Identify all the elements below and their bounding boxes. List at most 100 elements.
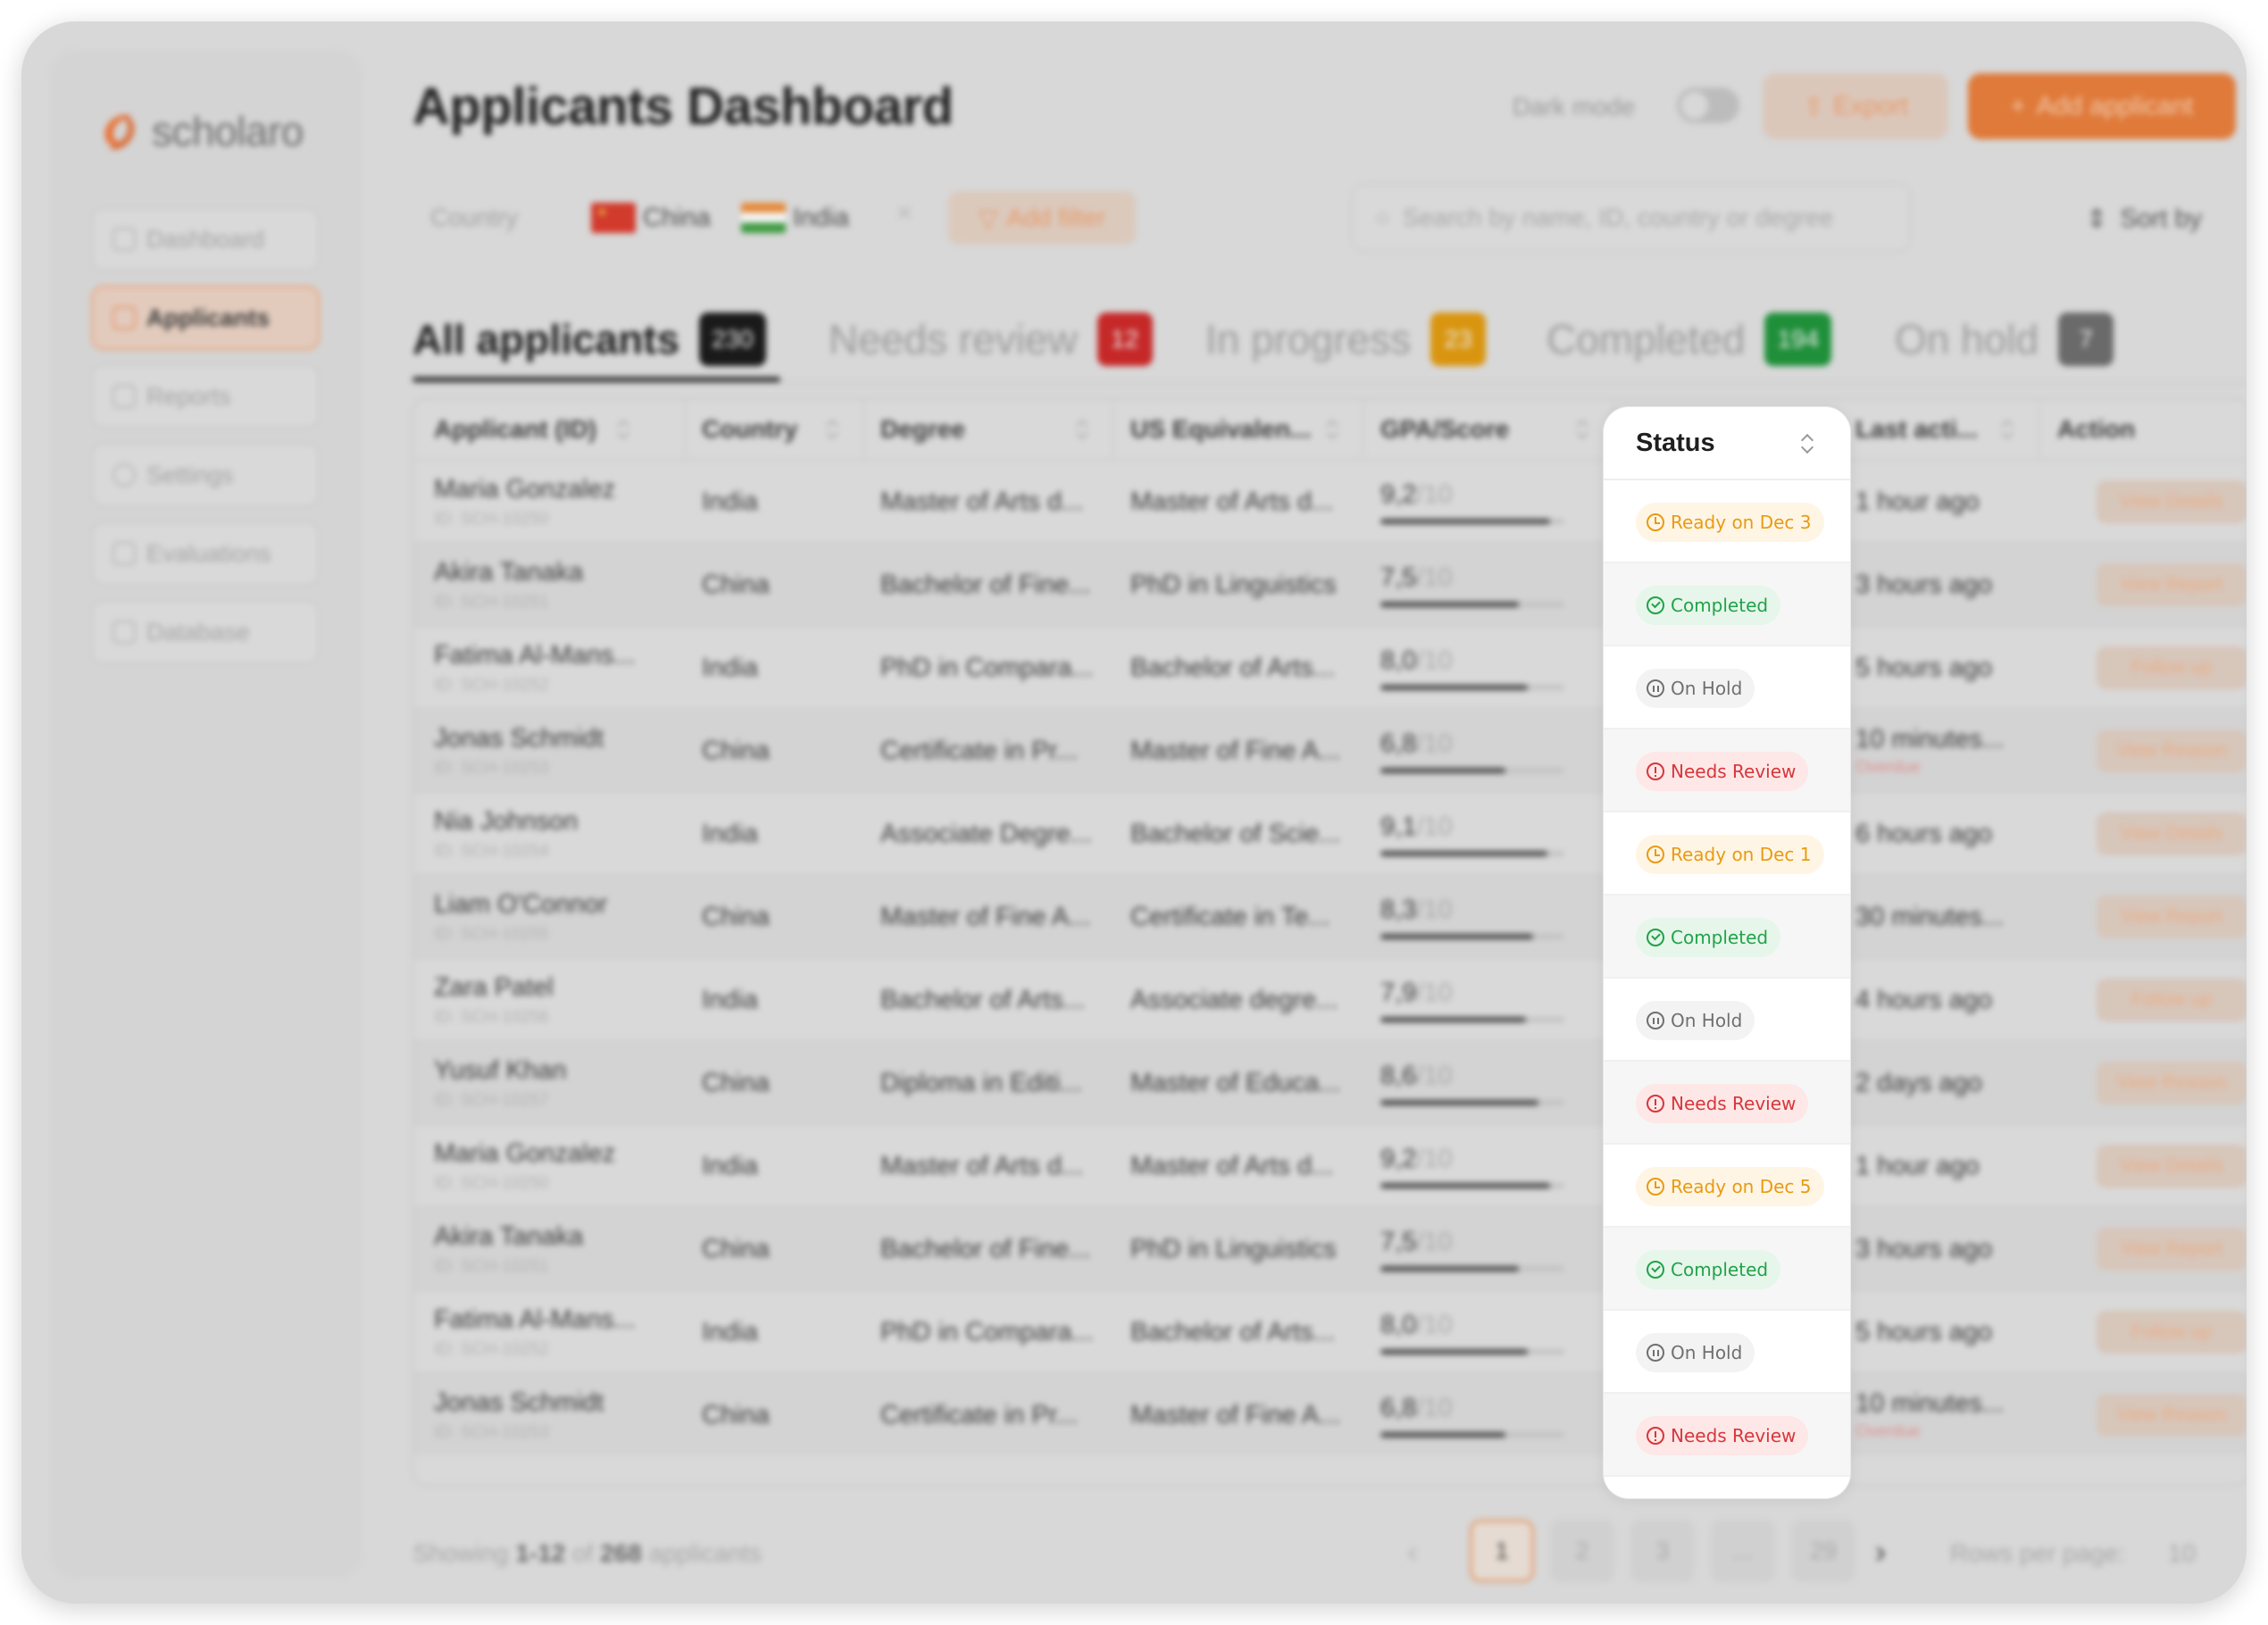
- table-row[interactable]: Yusuf Khan ID: SCH-10257 China Diploma in E…: [414, 1040, 2247, 1123]
- table-row[interactable]: Liam O'Connor ID: SCH-10255 China Master of…: [414, 874, 2247, 957]
- status-text: Needs Review: [1671, 1425, 1797, 1446]
- tab-on-hold[interactable]: On hold 7: [1895, 312, 2114, 366]
- applicant-name[interactable]: Akira Tanaka: [434, 1222, 583, 1252]
- status-badge[interactable]: Needs Review: [1636, 752, 1809, 791]
- status-badge[interactable]: Completed: [1636, 1250, 1781, 1289]
- applicant-name[interactable]: Akira Tanaka: [434, 558, 583, 588]
- table-row[interactable]: Akira Tanaka ID: SCH-10251 China Bachelor o…: [414, 542, 2247, 625]
- column-header-gpa[interactable]: GPA/Score: [1380, 400, 1509, 459]
- table-row[interactable]: Zara Patel ID: SCH-10256 India Bachelor of …: [414, 957, 2247, 1040]
- applicant-name[interactable]: Jonas Schmidt: [434, 1388, 604, 1418]
- sidebar-item-dashboard[interactable]: Dashboard: [91, 207, 320, 271]
- status-badge[interactable]: Completed: [1636, 918, 1781, 957]
- table-row[interactable]: Nia Johnson ID: SCH-10254 India Associate D…: [414, 791, 2247, 874]
- column-header-country[interactable]: Country: [702, 400, 797, 459]
- brand-logo[interactable]: scholaro: [96, 107, 304, 155]
- table-row[interactable]: Akira Tanaka ID: SCH-10251 China Bachelor o…: [414, 1206, 2247, 1289]
- sort-icon[interactable]: [827, 419, 839, 440]
- row-action-button[interactable]: View Report: [2097, 896, 2247, 938]
- status-badge[interactable]: Needs Review: [1636, 1416, 1809, 1455]
- table-row[interactable]: Fatima Al-Mans... ID: SCH-10252 India PhD i…: [414, 1289, 2247, 1372]
- sidebar-item-database[interactable]: Database: [91, 600, 320, 664]
- table-row[interactable]: Jonas Schmidt ID: SCH-10253 China Certifica…: [414, 708, 2247, 791]
- row-action-button[interactable]: View Details: [2097, 1145, 2247, 1188]
- prev-page-button[interactable]: ‹: [1407, 1533, 1418, 1571]
- applicant-name[interactable]: Maria Gonzalez: [434, 1139, 615, 1169]
- applicant-name[interactable]: Zara Patel: [434, 973, 554, 1003]
- sort-icon[interactable]: [2002, 419, 2014, 440]
- status-column-header[interactable]: Status: [1604, 407, 1850, 480]
- sort-icon[interactable]: [1577, 419, 1589, 440]
- filter-chip-china[interactable]: China: [591, 198, 711, 238]
- status-badge[interactable]: Ready on Dec 1: [1636, 835, 1824, 874]
- tab-in-progress[interactable]: In progress 23: [1205, 312, 1487, 366]
- degree-cell: PhD in Compara...: [880, 1318, 1094, 1346]
- add-applicant-button[interactable]: + Add applicant: [1968, 73, 2236, 139]
- status-badge[interactable]: On Hold: [1636, 1001, 1755, 1040]
- row-action-button[interactable]: View Report: [2097, 1228, 2247, 1271]
- table-row[interactable]: Maria Gonzalez ID: SCH-10250 India Master o…: [414, 1123, 2247, 1206]
- tab-completed[interactable]: Completed 194: [1547, 312, 1832, 366]
- status-row: Needs Review: [1604, 1394, 1850, 1477]
- sort-icon[interactable]: [1077, 419, 1089, 440]
- add-filter-label: Add filter: [1006, 204, 1106, 231]
- gpa-progress-bar: [1380, 685, 1564, 690]
- dark-mode-toggle[interactable]: [1677, 88, 1739, 123]
- sidebar-item-reports[interactable]: Reports: [91, 364, 320, 429]
- column-header-us-equivalent[interactable]: US Equivalen...: [1130, 400, 1311, 459]
- status-badge[interactable]: Needs Review: [1636, 1084, 1809, 1123]
- row-action-button[interactable]: View Reason: [2097, 1394, 2247, 1437]
- column-header-degree[interactable]: Degree: [880, 400, 965, 459]
- applicant-name[interactable]: Jonas Schmidt: [434, 724, 604, 754]
- row-action-button[interactable]: Follow up: [2097, 979, 2247, 1021]
- applicant-name[interactable]: Maria Gonzalez: [434, 475, 615, 504]
- pagination-summary: Showing 1-12 of 268 applicants: [413, 1539, 762, 1568]
- status-badge[interactable]: Ready on Dec 3: [1636, 503, 1824, 542]
- add-filter-button[interactable]: ▽ Add filter: [948, 191, 1136, 245]
- tab-needs-review[interactable]: Needs review 12: [829, 312, 1153, 366]
- clear-filter-button[interactable]: ×: [896, 198, 913, 229]
- status-text: Completed: [1671, 927, 1769, 948]
- row-action-button[interactable]: View Reason: [2097, 1062, 2247, 1104]
- applicant-name[interactable]: Fatima Al-Mans...: [434, 1305, 636, 1335]
- applicant-name[interactable]: Yusuf Khan: [434, 1056, 566, 1086]
- status-badge[interactable]: On Hold: [1636, 1333, 1755, 1372]
- sort-icon[interactable]: [1327, 419, 1339, 440]
- sidebar-item-settings[interactable]: Settings: [91, 443, 320, 507]
- status-text: On Hold: [1671, 678, 1743, 699]
- plus-icon: +: [2010, 91, 2026, 121]
- row-action-button[interactable]: View Report: [2097, 563, 2247, 606]
- export-button[interactable]: ⇪ Export: [1763, 73, 1948, 139]
- rows-per-page-select[interactable]: 10: [2168, 1539, 2196, 1568]
- column-header-applicant[interactable]: Applicant (ID): [434, 400, 596, 459]
- sort-by-button[interactable]: ⇕ Sort by: [2086, 204, 2202, 235]
- page-button-2[interactable]: 2: [1550, 1520, 1614, 1582]
- applicant-name[interactable]: Fatima Al-Mans...: [434, 641, 636, 671]
- sort-icon[interactable]: [618, 419, 630, 440]
- next-page-button[interactable]: ›: [1875, 1533, 1886, 1571]
- page-button-1[interactable]: 1: [1470, 1520, 1534, 1582]
- row-action-button[interactable]: Follow up: [2097, 646, 2247, 689]
- status-badge[interactable]: On Hold: [1636, 669, 1755, 708]
- row-action-button[interactable]: View Details: [2097, 812, 2247, 855]
- sort-icon[interactable]: [1802, 433, 1814, 454]
- applicant-name[interactable]: Nia Johnson: [434, 807, 578, 837]
- sidebar-item-evaluations[interactable]: Evaluations: [91, 521, 320, 586]
- search-input[interactable]: ○ Search by name, ID, country or degree: [1352, 184, 1911, 252]
- table-row[interactable]: Jonas Schmidt ID: SCH-10253 China Certifica…: [414, 1372, 2247, 1455]
- row-action-button[interactable]: Follow up: [2097, 1311, 2247, 1354]
- row-action-button[interactable]: View Details: [2097, 480, 2247, 523]
- status-badge[interactable]: Completed: [1636, 586, 1781, 625]
- tab-all-applicants[interactable]: All applicants 230: [413, 312, 766, 366]
- applicant-name[interactable]: Liam O'Connor: [434, 890, 607, 920]
- column-header-last-activity[interactable]: Last acti...: [1855, 400, 1978, 459]
- action-cell: View Details: [2045, 1125, 2247, 1208]
- sidebar-item-applicants[interactable]: Applicants: [91, 286, 320, 350]
- status-badge[interactable]: Ready on Dec 5: [1636, 1167, 1824, 1206]
- page-button-29[interactable]: 29: [1791, 1520, 1855, 1582]
- table-row[interactable]: Fatima Al-Mans... ID: SCH-10252 India PhD i…: [414, 625, 2247, 708]
- page-button-3[interactable]: 3: [1630, 1520, 1695, 1582]
- table-row[interactable]: Maria Gonzalez ID: SCH-10250 India Master o…: [414, 459, 2247, 542]
- row-action-button[interactable]: View Reason: [2097, 729, 2247, 772]
- filter-chip-india[interactable]: India: [741, 198, 849, 238]
